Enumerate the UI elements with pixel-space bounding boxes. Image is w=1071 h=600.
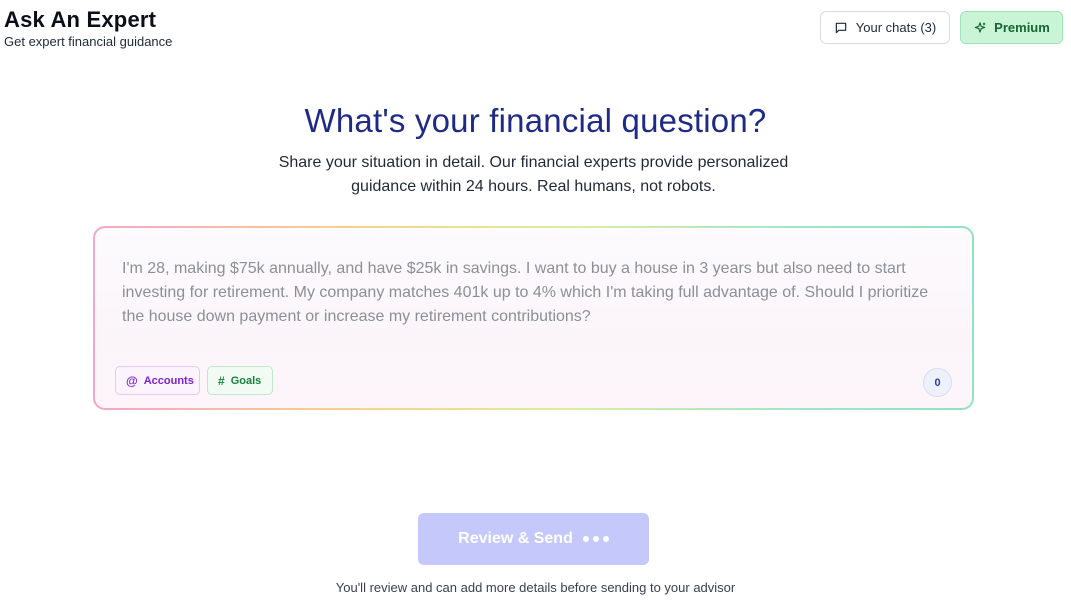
send-footnote: You'll review and can add more details b… [335, 580, 736, 595]
page-title: What's your financial question? [304, 102, 767, 139]
goals-chip-label: Goals [230, 374, 262, 387]
app-subtitle: Get expert financial guidance [4, 34, 173, 49]
review-send-label: Review & Send [458, 530, 573, 547]
accounts-mention-chip[interactable]: @ Accounts [115, 366, 200, 395]
question-composer: I'm 28, making $75k annually, and have $… [93, 226, 974, 410]
loading-dots-icon [582, 536, 609, 542]
goals-tag-chip[interactable]: # Goals [207, 366, 273, 395]
top-actions: Your chats (3) Premium [820, 11, 1063, 44]
premium-button[interactable]: Premium [960, 11, 1063, 44]
character-counter: 0 [923, 368, 952, 397]
question-placeholder: I'm 28, making $75k annually, and have $… [122, 260, 929, 325]
your-chats-label: Your chats (3) [855, 20, 937, 35]
page-subtitle: Share your situation in detail. Our fina… [278, 154, 789, 195]
message-square-icon [834, 21, 848, 35]
accounts-chip-label: Accounts [143, 374, 194, 387]
sparkles-icon [973, 21, 987, 35]
your-chats-button[interactable]: Your chats (3) [820, 11, 950, 44]
app-title: Ask An Expert [4, 7, 157, 32]
review-send-button[interactable]: Review & Send [418, 513, 649, 565]
at-icon: @ [126, 373, 138, 388]
premium-label: Premium [994, 20, 1050, 35]
question-input[interactable]: I'm 28, making $75k annually, and have $… [95, 228, 972, 408]
hash-icon: # [218, 373, 225, 388]
app-header: Ask An Expert Get expert financial guida… [4, 6, 172, 49]
